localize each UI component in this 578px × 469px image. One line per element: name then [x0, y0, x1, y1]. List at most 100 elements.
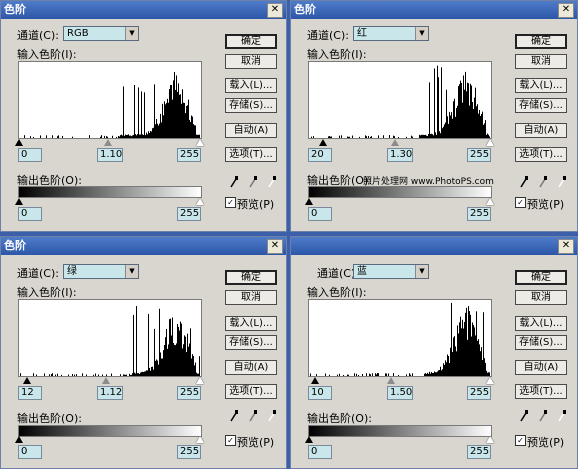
input-white-field[interactable]: 255 — [467, 386, 491, 400]
cancel-button[interactable]: 取消 — [225, 54, 277, 69]
preview-checkbox[interactable]: ✓ — [225, 435, 236, 446]
histogram-bar — [100, 136, 101, 138]
title-bar[interactable]: 色阶 — [1, 1, 286, 19]
eyedropper-black-icon[interactable] — [229, 175, 239, 189]
output-white-field[interactable]: 255 — [467, 207, 491, 221]
cancel-button[interactable]: 取消 — [515, 290, 567, 305]
eyedropper-white-icon[interactable] — [267, 175, 277, 189]
output-black-field[interactable]: 0 — [308, 445, 332, 459]
input-black-field[interactable]: 12 — [18, 386, 42, 400]
input-black-field[interactable]: 20 — [308, 148, 332, 162]
eyedropper-white-icon[interactable] — [557, 409, 567, 423]
close-icon[interactable]: ✕ — [267, 3, 283, 18]
auto-button[interactable]: 自动(A) — [515, 360, 567, 375]
preview-checkbox[interactable]: ✓ — [515, 197, 526, 208]
output-white-field[interactable]: 255 — [467, 445, 491, 459]
ok-button[interactable]: 确定 — [515, 270, 567, 285]
auto-button[interactable]: 自动(A) — [225, 123, 277, 138]
output-black-slider[interactable] — [15, 198, 23, 205]
title-bar[interactable]: 色阶 — [1, 237, 286, 255]
ok-button[interactable]: 确定 — [515, 34, 567, 49]
options-button[interactable]: 选项(T)... — [515, 384, 567, 399]
save-button[interactable]: 存储(S)... — [515, 98, 567, 113]
histogram-bar — [485, 362, 486, 376]
input-gamma-field[interactable]: 1.12 — [97, 386, 123, 400]
cancel-button[interactable]: 取消 — [225, 290, 277, 305]
eyedropper-black-icon[interactable] — [519, 175, 529, 189]
output-black-slider[interactable] — [305, 198, 313, 205]
input-gamma-field[interactable]: 1.50 — [387, 386, 413, 400]
auto-button[interactable]: 自动(A) — [225, 360, 277, 375]
input-gamma-slider[interactable] — [391, 139, 399, 146]
output-black-slider[interactable] — [305, 436, 313, 443]
title-bar[interactable] — [291, 237, 577, 255]
input-white-field[interactable]: 255 — [177, 148, 201, 162]
eyedropper-white-icon[interactable] — [557, 175, 567, 189]
output-white-field[interactable]: 255 — [177, 207, 201, 221]
eyedropper-gray-icon[interactable] — [538, 409, 548, 423]
input-black-slider[interactable] — [23, 377, 31, 384]
histogram-bar — [473, 325, 474, 376]
output-white-slider[interactable] — [196, 436, 204, 443]
input-gamma-slider[interactable] — [387, 377, 395, 384]
eyedropper-gray-icon[interactable] — [538, 175, 548, 189]
eyedropper-gray-icon[interactable] — [248, 175, 258, 189]
input-white-slider[interactable] — [486, 377, 494, 384]
output-black-slider[interactable] — [15, 436, 23, 443]
channel-select[interactable]: 蓝 ▼ — [353, 264, 429, 279]
load-button[interactable]: 载入(L)... — [515, 316, 567, 331]
output-black-field[interactable]: 0 — [18, 207, 42, 221]
output-black-field[interactable]: 0 — [308, 207, 332, 221]
preview-checkbox[interactable]: ✓ — [515, 435, 526, 446]
eyedropper-black-icon[interactable] — [229, 409, 239, 423]
output-white-slider[interactable] — [486, 436, 494, 443]
title-bar[interactable]: 色阶 — [291, 1, 577, 19]
close-icon[interactable]: ✕ — [558, 3, 574, 18]
options-button[interactable]: 选项(T)... — [225, 147, 277, 162]
input-gamma-field[interactable]: 1.30 — [387, 148, 413, 162]
save-button[interactable]: 存储(S)... — [225, 98, 277, 113]
eyedropper-gray-icon[interactable] — [248, 409, 258, 423]
channel-select[interactable]: RGB ▼ — [63, 26, 139, 41]
input-white-slider[interactable] — [196, 139, 204, 146]
output-white-slider[interactable] — [196, 198, 204, 205]
eyedropper-black-icon[interactable] — [519, 409, 529, 423]
load-button[interactable]: 载入(L)... — [225, 316, 277, 331]
options-button[interactable]: 选项(T)... — [225, 384, 277, 399]
load-button[interactable]: 载入(L)... — [225, 78, 277, 93]
input-gamma-slider[interactable] — [104, 139, 112, 146]
close-icon[interactable]: ✕ — [267, 239, 283, 254]
levels-dialog-red: 色阶 ✕ 通道(C): 红 ▼ 输入色阶(I): 20 1.30 255 输出色阶… — [290, 0, 578, 232]
input-gamma-field[interactable]: 1.10 — [97, 148, 123, 162]
output-white-field[interactable]: 255 — [177, 445, 201, 459]
input-black-slider[interactable] — [15, 139, 23, 146]
load-button[interactable]: 载入(L)... — [515, 78, 567, 93]
eyedropper-white-icon[interactable] — [267, 409, 277, 423]
save-button[interactable]: 存储(S)... — [225, 335, 277, 350]
auto-button[interactable]: 自动(A) — [515, 123, 567, 138]
input-white-field[interactable]: 255 — [177, 386, 201, 400]
preview-checkbox[interactable]: ✓ — [225, 197, 236, 208]
output-white-slider[interactable] — [486, 198, 494, 205]
input-black-slider[interactable] — [311, 377, 319, 384]
input-black-field[interactable]: 10 — [308, 386, 332, 400]
ok-button[interactable]: 确定 — [225, 270, 277, 285]
input-white-slider[interactable] — [196, 377, 204, 384]
histogram-bar — [134, 372, 135, 376]
channel-select[interactable]: 红 ▼ — [353, 26, 429, 41]
save-button[interactable]: 存储(S)... — [515, 335, 567, 350]
input-white-field[interactable]: 255 — [467, 148, 491, 162]
ok-button[interactable]: 确定 — [225, 34, 277, 49]
histogram-bar — [337, 374, 338, 376]
channel-select[interactable]: 绿 ▼ — [63, 264, 139, 279]
output-black-field[interactable]: 0 — [18, 445, 42, 459]
input-black-slider[interactable] — [319, 139, 327, 146]
input-gamma-slider[interactable] — [102, 377, 110, 384]
histogram-bar — [179, 330, 180, 376]
options-button[interactable]: 选项(T)... — [515, 147, 567, 162]
close-icon[interactable]: ✕ — [558, 239, 574, 254]
cancel-button[interactable]: 取消 — [515, 54, 567, 69]
input-white-slider[interactable] — [486, 139, 494, 146]
input-black-field[interactable]: 0 — [18, 148, 42, 162]
histogram-bar — [443, 363, 444, 376]
